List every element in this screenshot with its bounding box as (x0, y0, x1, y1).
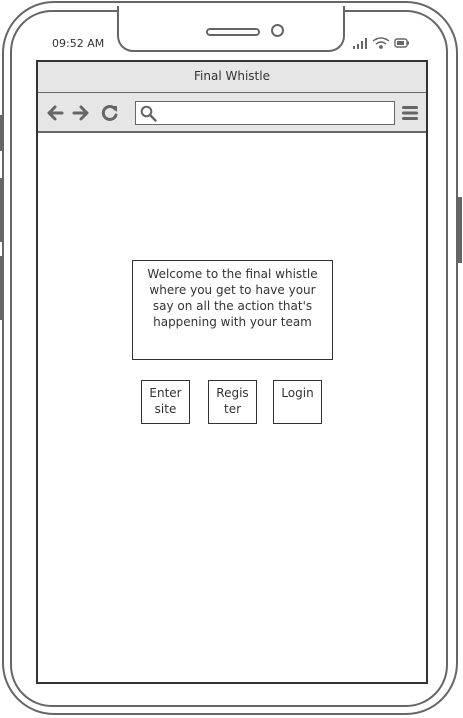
side-button-mute (0, 115, 4, 151)
page-title: Final Whistle (38, 62, 426, 93)
reload-icon[interactable] (100, 103, 120, 123)
status-icons (353, 37, 409, 49)
forward-arrow-icon[interactable] (71, 103, 91, 123)
signal-icon (353, 38, 367, 49)
speaker-grille (206, 28, 260, 36)
welcome-message: Welcome to the final whistle where you g… (132, 260, 333, 360)
hamburger-menu-icon[interactable] (401, 103, 419, 123)
battery-icon (394, 38, 409, 48)
status-time: 09:52 AM (52, 37, 105, 50)
address-bar[interactable] (135, 101, 395, 125)
enter-site-button[interactable]: Enter site (141, 380, 190, 424)
wifi-icon (372, 37, 390, 49)
search-icon (140, 105, 157, 122)
url-input[interactable] (160, 104, 392, 124)
browser-window: Final Whistle Welcome to the final whist… (36, 60, 428, 684)
back-arrow-icon[interactable] (45, 103, 65, 123)
side-button-volume-up (0, 178, 4, 242)
side-button-volume-down (0, 256, 4, 320)
side-button-power (458, 197, 462, 263)
phone-notch (117, 6, 345, 52)
browser-toolbar (38, 93, 426, 133)
front-camera (271, 24, 284, 37)
register-button[interactable]: Regis ter (208, 380, 257, 424)
login-button[interactable]: Login (273, 380, 322, 424)
